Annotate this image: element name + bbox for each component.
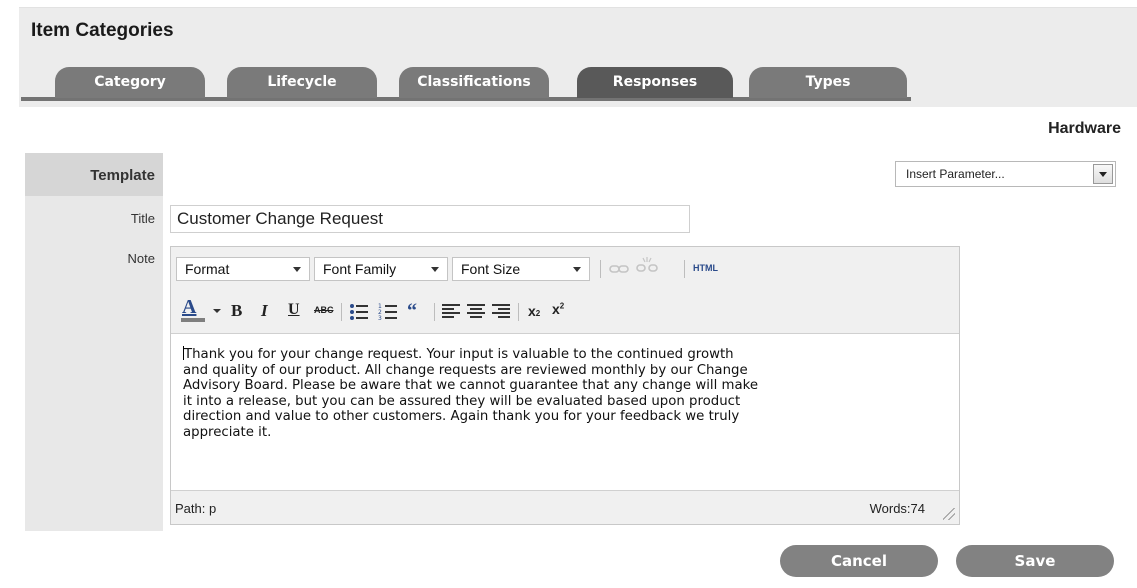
toolbar-separator xyxy=(341,303,342,321)
text-color-icon[interactable]: A xyxy=(181,297,209,323)
item-subject: Hardware xyxy=(1048,120,1121,137)
format-select[interactable]: Format xyxy=(176,257,310,281)
page-title: Item Categories xyxy=(31,20,174,41)
section-header: Template xyxy=(25,153,163,196)
label-column xyxy=(25,153,163,531)
italic-icon[interactable]: I xyxy=(261,301,268,321)
editor-line: direction and value to other customers. … xyxy=(183,409,740,425)
editor-line: it into a release, but you can be assure… xyxy=(183,393,741,409)
bullet-list-icon[interactable] xyxy=(349,303,369,321)
svg-text:A: A xyxy=(182,297,197,318)
font-size-select-label: Font Size xyxy=(461,261,521,277)
word-count: Words:74 xyxy=(869,501,925,516)
font-family-select[interactable]: Font Family xyxy=(314,257,448,281)
link-icon[interactable] xyxy=(609,262,629,276)
numbered-list-icon[interactable]: 1 2 3 xyxy=(378,303,398,321)
html-source-button[interactable]: HTML xyxy=(693,263,718,273)
svg-text:3: 3 xyxy=(378,315,382,321)
section-label-template: Template xyxy=(90,167,155,184)
editor-status-bar: Path: p Words:74 xyxy=(171,491,959,524)
rich-text-editor[interactable]: Format Font Family Font Size HTML A B I … xyxy=(170,246,960,525)
chevron-down-icon[interactable] xyxy=(1093,164,1113,184)
editor-content[interactable]: Thank you for your change request. Your … xyxy=(171,333,959,491)
title-label: Title xyxy=(130,211,155,226)
tab-types[interactable]: Types xyxy=(749,67,907,98)
strikethrough-icon[interactable]: ABC xyxy=(314,305,334,315)
blockquote-icon[interactable]: “ xyxy=(407,300,417,323)
chevron-down-icon xyxy=(431,267,439,272)
toolbar-separator xyxy=(684,260,685,278)
note-label: Note xyxy=(127,251,155,266)
page-header: Item Categories xyxy=(19,7,1137,58)
format-select-label: Format xyxy=(185,261,230,277)
align-left-icon[interactable] xyxy=(442,304,460,320)
insert-parameter-value: Insert Parameter... xyxy=(906,167,1005,181)
save-button[interactable]: Save xyxy=(956,545,1114,577)
bold-icon[interactable]: B xyxy=(231,301,242,321)
editor-line: and quality of our product. All change r… xyxy=(183,362,748,378)
tab-category[interactable]: Category xyxy=(55,67,205,98)
title-input[interactable] xyxy=(170,205,690,233)
editor-line: Advisory Board. Please be aware that we … xyxy=(183,378,759,394)
subscript-icon[interactable]: x2 xyxy=(528,303,540,319)
chevron-down-icon xyxy=(573,267,581,272)
tab-bar: Category Lifecycle Classifications Respo… xyxy=(19,57,1137,107)
element-path: Path: p xyxy=(175,501,217,516)
align-center-icon[interactable] xyxy=(467,304,485,320)
chevron-down-icon[interactable] xyxy=(212,308,222,316)
tab-classifications[interactable]: Classifications xyxy=(399,67,549,98)
insert-parameter-select[interactable]: Insert Parameter... xyxy=(895,161,1116,187)
chevron-down-icon xyxy=(293,267,301,272)
underline-icon[interactable]: U xyxy=(288,301,300,319)
toolbar-separator xyxy=(518,303,519,321)
superscript-icon[interactable]: x2 xyxy=(552,301,564,317)
tab-lifecycle[interactable]: Lifecycle xyxy=(227,67,377,98)
tab-responses[interactable]: Responses xyxy=(577,67,733,98)
toolbar-separator xyxy=(434,303,435,321)
resize-handle-icon[interactable] xyxy=(943,508,955,520)
editor-toolbar: Format Font Family Font Size HTML A B I … xyxy=(171,247,959,333)
editor-line: appreciate it. xyxy=(183,424,272,440)
toolbar-separator xyxy=(600,260,601,278)
cancel-button[interactable]: Cancel xyxy=(780,545,938,577)
unlink-icon[interactable] xyxy=(636,256,658,278)
font-size-select[interactable]: Font Size xyxy=(452,257,590,281)
font-family-select-label: Font Family xyxy=(323,261,397,277)
editor-line: Thank you for your change request. Your … xyxy=(183,346,734,362)
align-right-icon[interactable] xyxy=(492,304,510,320)
